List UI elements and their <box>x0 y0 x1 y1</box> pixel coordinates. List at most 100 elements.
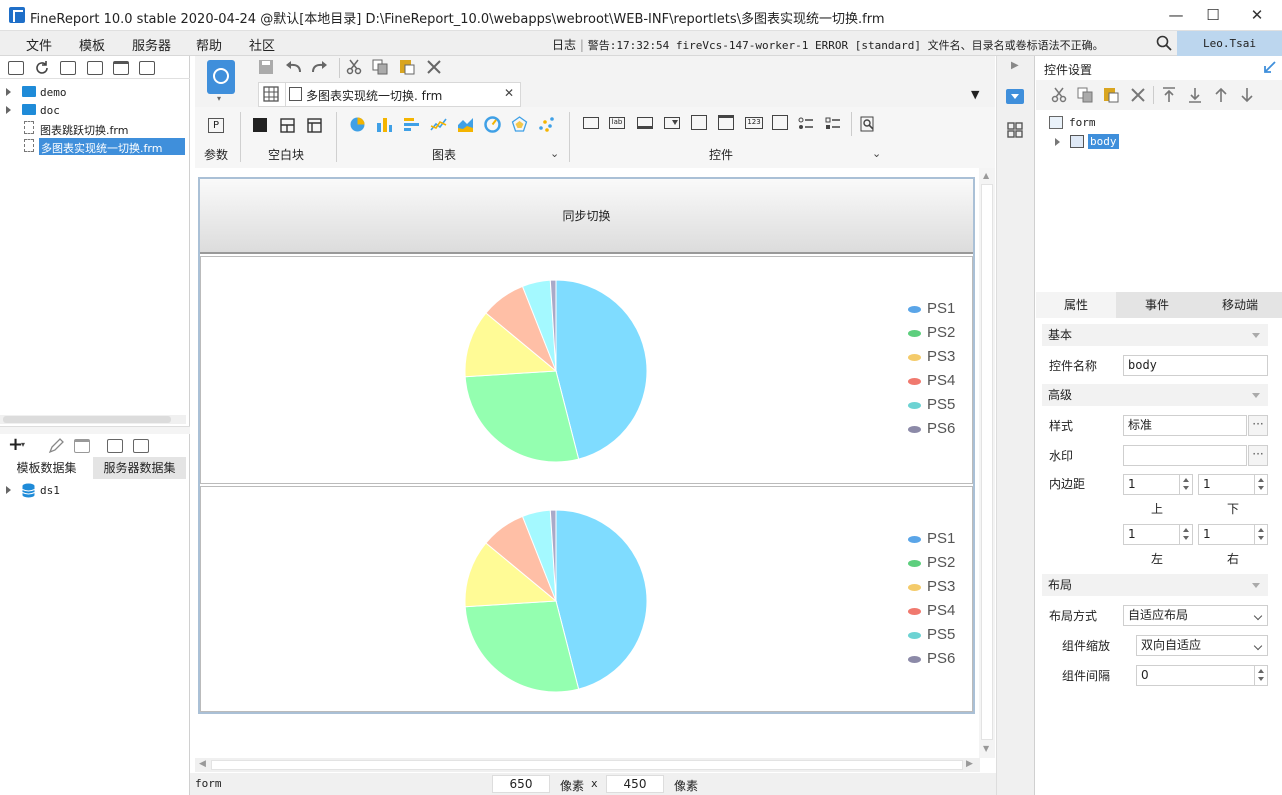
grid-icon[interactable] <box>263 86 279 102</box>
tree-item-demo[interactable]: demo <box>0 84 186 102</box>
parameter-icon[interactable]: P <box>208 118 224 133</box>
expand-icon[interactable] <box>1055 138 1060 146</box>
copy-icon[interactable] <box>372 59 388 75</box>
tree-item-doc[interactable]: doc <box>0 102 186 120</box>
open-icon[interactable] <box>60 61 76 75</box>
refresh-icon[interactable] <box>34 60 50 76</box>
padding-top-input[interactable]: 1 <box>1123 474 1193 495</box>
textarea-widget-icon[interactable] <box>691 115 707 130</box>
move-top-icon[interactable] <box>1162 87 1176 103</box>
tab-menu-icon[interactable]: ▼ <box>971 88 979 101</box>
paste-icon[interactable] <box>1103 86 1119 103</box>
scroll-thumb[interactable] <box>211 760 963 770</box>
chevron-down-icon[interactable]: ▾ <box>217 94 221 103</box>
checkbox-group-icon[interactable] <box>825 116 841 132</box>
menu-template[interactable]: 模板 <box>79 35 105 54</box>
layout-mode-select[interactable]: 自适应布局 <box>1123 605 1268 626</box>
scale-select[interactable]: 双向自适应 <box>1136 635 1268 656</box>
settings-icon[interactable] <box>87 61 103 75</box>
scroll-right-icon[interactable]: ▶ <box>966 759 973 769</box>
combobox-widget-icon[interactable] <box>664 117 680 129</box>
absolute-block-icon[interactable] <box>307 118 322 133</box>
area-chart-icon[interactable] <box>457 116 474 133</box>
expand-icon[interactable] <box>6 486 11 494</box>
text-widget-icon[interactable] <box>637 117 653 129</box>
bar-chart-icon[interactable] <box>376 116 393 133</box>
gauge-chart-icon[interactable] <box>484 116 501 133</box>
maximize-button[interactable]: ☐ <box>1193 4 1233 26</box>
legend-item-ps4[interactable]: PS4 <box>908 602 968 626</box>
scroll-down-icon[interactable]: ▼ <box>983 744 989 753</box>
search-icon[interactable] <box>1156 35 1172 51</box>
edit-icon[interactable] <box>48 438 64 454</box>
line-chart-icon[interactable] <box>430 116 447 133</box>
undo-icon[interactable] <box>284 59 302 75</box>
tab-properties[interactable]: 属性 <box>1036 292 1116 318</box>
scroll-left-icon[interactable]: ◀ <box>199 759 206 769</box>
legend-item-ps6[interactable]: PS6 <box>908 650 968 674</box>
panel-splitter[interactable] <box>0 426 190 434</box>
legend-item-ps3[interactable]: PS3 <box>908 578 968 602</box>
number-widget-icon[interactable]: 123 <box>745 117 763 129</box>
legend-item-ps5[interactable]: PS5 <box>908 396 968 420</box>
padding-bottom-input[interactable]: 1 <box>1198 474 1268 495</box>
menu-server[interactable]: 服务器 <box>132 35 171 54</box>
copy-icon[interactable] <box>139 61 155 75</box>
delete-icon[interactable] <box>1131 88 1145 102</box>
legend-item-ps4[interactable]: PS4 <box>908 372 968 396</box>
tab-mobile[interactable]: 移动端 <box>1198 292 1282 318</box>
scroll-up-icon[interactable]: ▲ <box>983 171 989 180</box>
section-basic[interactable]: 基本 <box>1042 324 1268 346</box>
tab-template-dataset[interactable]: 模板数据集 <box>0 457 93 479</box>
redo-icon[interactable] <box>311 59 329 75</box>
expand-icon[interactable] <box>6 88 11 96</box>
watermark-more-button[interactable]: ··· <box>1248 445 1268 466</box>
expand-panel-icon[interactable]: ▶ <box>1011 60 1019 71</box>
radio-group-icon[interactable] <box>798 116 814 132</box>
save-icon[interactable] <box>258 59 274 75</box>
legend-item-ps3[interactable]: PS3 <box>908 348 968 372</box>
menu-community[interactable]: 社区 <box>249 35 275 54</box>
log-label[interactable]: 日志 <box>552 38 576 52</box>
chart-widget-1[interactable]: PS1 PS2 PS3 PS4 PS5 PS6 <box>200 256 973 484</box>
minimize-button[interactable]: — <box>1156 4 1196 26</box>
move-bottom-icon[interactable] <box>1188 87 1202 103</box>
style-input[interactable]: 标准 <box>1123 415 1247 436</box>
new-folder-icon[interactable] <box>8 61 24 75</box>
delete-icon[interactable] <box>74 439 90 453</box>
paste-icon[interactable] <box>399 58 415 75</box>
delete-icon[interactable] <box>427 60 441 74</box>
padding-right-input[interactable]: 1 <box>1198 524 1268 545</box>
chart-widget-2[interactable]: PS1 PS2 PS3 PS4 PS5 PS6 <box>200 486 973 712</box>
watermark-input[interactable] <box>1123 445 1247 466</box>
list-widget-icon[interactable] <box>772 115 788 130</box>
delete-icon[interactable] <box>113 61 129 75</box>
canvas-height-input[interactable]: 450 <box>606 775 664 793</box>
collapse-panel-icon[interactable] <box>1263 61 1276 74</box>
padding-left-input[interactable]: 1 <box>1123 524 1193 545</box>
move-down-icon[interactable] <box>1240 87 1254 103</box>
dataset-item-ds1[interactable]: ds1 <box>0 482 186 500</box>
tree-item-file-1[interactable]: 图表跳跃切换.frm <box>0 120 186 138</box>
tree-item-file-2[interactable]: 多图表实现统一切换.frm <box>0 138 186 156</box>
move-up-icon[interactable] <box>1214 87 1228 103</box>
date-widget-icon[interactable] <box>718 115 734 130</box>
style-more-button[interactable]: ··· <box>1248 415 1268 436</box>
cut-icon[interactable] <box>346 59 362 75</box>
tab-server-dataset[interactable]: 服务器数据集 <box>93 457 186 479</box>
widget-tree-body[interactable]: body <box>1088 134 1119 149</box>
section-layout[interactable]: 布局 <box>1042 574 1268 596</box>
user-name[interactable]: Leo.Tsai <box>1177 31 1282 56</box>
dataset-settings-icon[interactable] <box>133 439 149 453</box>
widget-settings-tab-icon[interactable] <box>1006 89 1024 104</box>
close-tab-icon[interactable]: ✕ <box>504 86 514 100</box>
blank-block-icon[interactable] <box>253 118 267 132</box>
preview-icon[interactable] <box>107 439 123 453</box>
vertical-scrollbar[interactable]: ▲ ▼ <box>979 168 995 758</box>
gap-input[interactable]: 0 <box>1136 665 1268 686</box>
cut-icon[interactable] <box>1051 87 1067 103</box>
tab-events[interactable]: 事件 <box>1117 292 1197 318</box>
chevron-down-icon[interactable]: ⌄ <box>550 147 559 160</box>
legend-item-ps5[interactable]: PS5 <box>908 626 968 650</box>
section-advanced[interactable]: 高级 <box>1042 384 1268 406</box>
